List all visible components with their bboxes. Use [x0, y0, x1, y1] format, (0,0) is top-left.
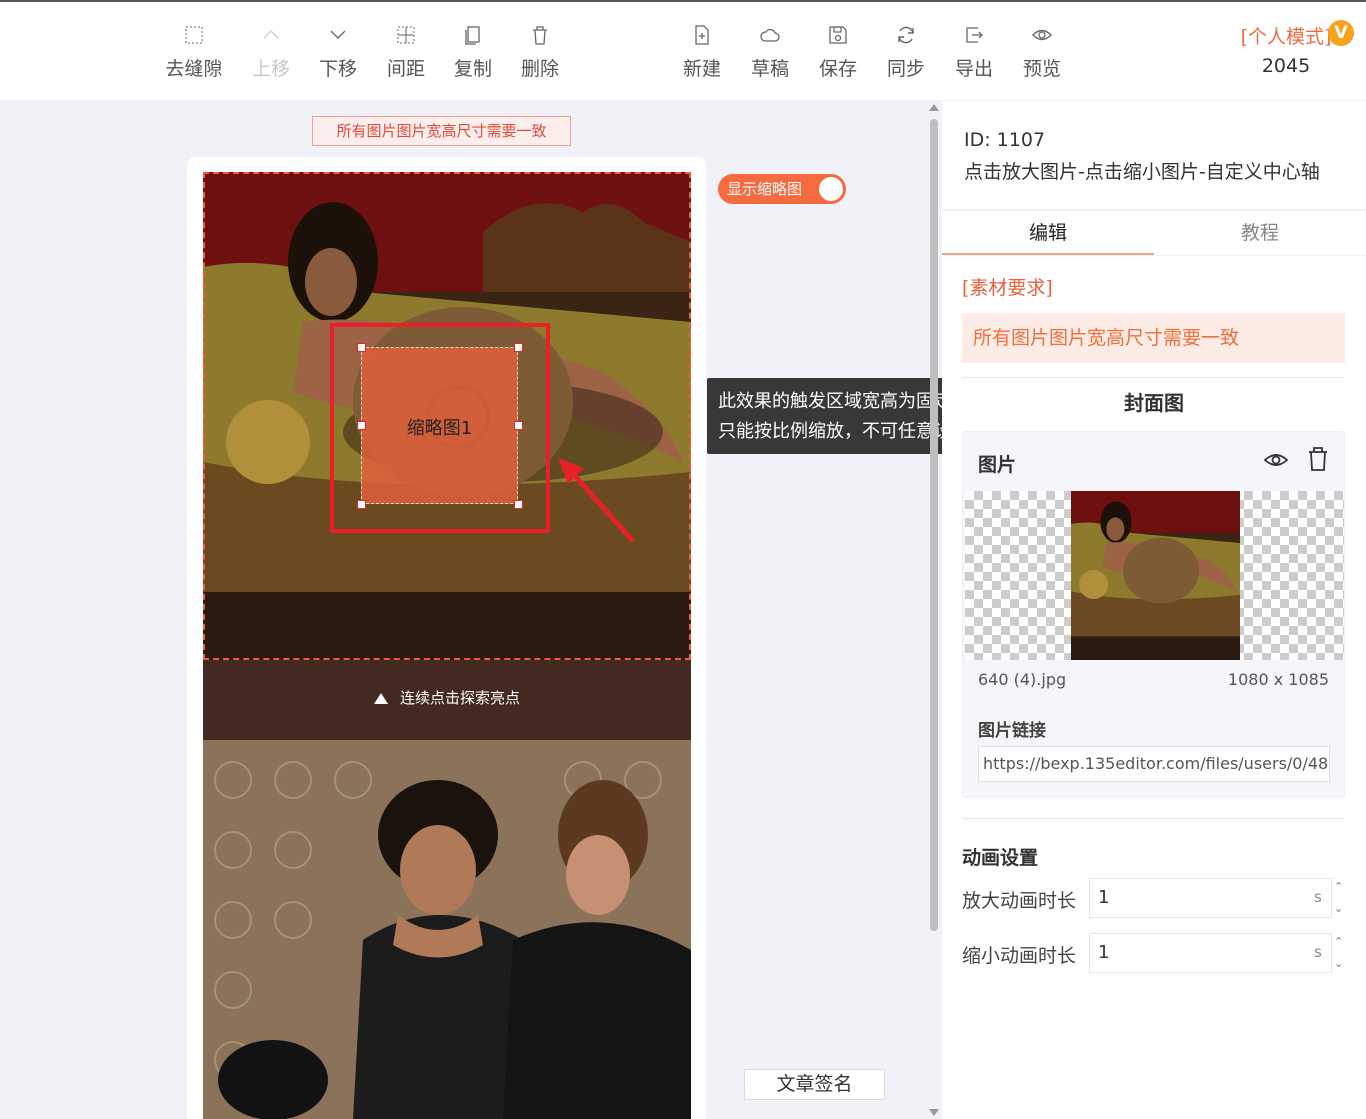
grid-icon	[185, 26, 203, 44]
zoom-in-duration-row: 放大动画时长 1 s ⌃ ⌄	[962, 878, 1345, 918]
trash-icon	[533, 26, 547, 45]
zoom-in-duration-label: 放大动画时长	[962, 890, 1077, 912]
scroll-down-icon[interactable]	[929, 1109, 939, 1116]
resize-handle[interactable]	[357, 500, 366, 509]
move-down-label: 下移	[318, 58, 357, 80]
divider	[962, 818, 1345, 819]
resize-handle[interactable]	[514, 500, 523, 509]
decrement-icon[interactable]: ⌄	[1334, 902, 1345, 916]
image-card: 图片 640 (4).jpg 1080 x 1085 图片链接 https://…	[962, 431, 1345, 798]
material-requirements-title: [素材要求]	[962, 277, 1053, 299]
resize-handle[interactable]	[514, 421, 523, 430]
tab-tutorial[interactable]: 教程	[1154, 213, 1366, 255]
thumbnail-photo-illustration	[1071, 491, 1240, 660]
mode-count: 2045	[1261, 55, 1311, 77]
copy-icon	[465, 26, 480, 45]
eye-icon	[1032, 29, 1052, 41]
delete-label: 删除	[520, 58, 559, 80]
sync-button[interactable]: 同步	[873, 24, 939, 81]
article-signature-button[interactable]: 文章签名	[744, 1069, 885, 1100]
spacing-icon	[397, 26, 415, 44]
top-toolbar: 去缝隙 上移 下移 间距 复制 删除 新建 草稿 保存 同步 导出 预览 [个人…	[0, 0, 1366, 100]
remove-gap-label: 去缝隙	[165, 58, 223, 80]
move-up-label: 上移	[251, 58, 290, 80]
second-photo-illustration	[203, 740, 691, 1119]
size-notice: 所有图片图片宽高尺寸需要一致	[312, 116, 571, 146]
save-icon	[829, 26, 847, 44]
move-up-button[interactable]: 上移	[238, 24, 304, 81]
triangle-up-icon	[373, 693, 388, 704]
template-id: ID: 1107	[964, 129, 1046, 151]
sync-icon	[898, 26, 914, 44]
preview-label: 预览	[1022, 58, 1061, 80]
image-dimensions: 1080 x 1085	[1227, 670, 1329, 689]
toggle-label: 显示缩略图	[727, 180, 803, 198]
preview-button[interactable]: 预览	[1009, 24, 1075, 81]
copy-button[interactable]: 复制	[440, 24, 506, 81]
cloud-icon	[760, 28, 780, 42]
spacing-button[interactable]: 间距	[373, 24, 439, 81]
spacing-label: 间距	[386, 58, 425, 80]
resize-handle[interactable]	[357, 343, 366, 352]
new-button[interactable]: 新建	[669, 24, 735, 81]
move-down-button[interactable]: 下移	[305, 24, 371, 81]
export-icon	[966, 27, 983, 43]
cover-section-title: 封面图	[1124, 391, 1184, 415]
unit-label: s	[1314, 888, 1322, 906]
chevron-up-icon	[263, 30, 279, 39]
scroll-thumb[interactable]	[930, 119, 938, 931]
draft-label: 草稿	[750, 58, 789, 80]
image-thumbnail[interactable]	[1071, 491, 1240, 660]
personal-mode[interactable]: [个人模式] V 2045	[1226, 20, 1354, 77]
thumbnail-trigger-area[interactable]: 缩略图1	[357, 343, 523, 509]
sync-label: 同步	[886, 58, 925, 80]
template-description: 点击放大图片-点击缩小图片-自定义中心轴	[964, 161, 1320, 183]
remove-gap-button[interactable]: 去缝隙	[161, 24, 227, 81]
resize-handle[interactable]	[357, 421, 366, 430]
increment-icon[interactable]: ⌃	[1334, 935, 1345, 949]
unit-label: s	[1314, 943, 1322, 961]
animation-settings-title: 动画设置	[962, 847, 1039, 869]
divider	[962, 377, 1345, 378]
zoom-in-duration-input[interactable]: 1	[1089, 878, 1332, 918]
delete-button[interactable]: 删除	[507, 24, 573, 81]
vip-badge-icon: V	[1328, 20, 1354, 46]
save-button[interactable]: 保存	[805, 24, 871, 81]
explore-band: 连续点击探索亮点	[203, 660, 691, 740]
export-button[interactable]: 导出	[941, 24, 1007, 81]
toggle-knob	[819, 177, 843, 201]
image-link-input[interactable]: https://bexp.135editor.com/files/users/0…	[978, 746, 1330, 782]
file-name: 640 (4).jpg	[978, 670, 1067, 689]
annotation-arrow-icon	[558, 458, 635, 543]
new-label: 新建	[682, 58, 721, 80]
second-image[interactable]	[203, 740, 691, 1119]
increment-icon[interactable]: ⌃	[1334, 880, 1345, 894]
scroll-up-icon[interactable]	[929, 104, 939, 111]
mode-label: [个人模式]	[1240, 26, 1332, 48]
zoom-out-duration-label: 缩小动画时长	[962, 945, 1077, 967]
thumbnail-label: 缩略图1	[406, 418, 473, 439]
zoom-out-duration-input[interactable]: 1	[1089, 933, 1332, 973]
export-label: 导出	[954, 58, 993, 80]
tab-edit[interactable]: 编辑	[942, 213, 1154, 255]
eye-icon[interactable]	[1263, 448, 1289, 472]
divider	[942, 255, 1366, 256]
image-card-title: 图片	[978, 454, 1017, 476]
material-requirements-text: 所有图片图片宽高尺寸需要一致	[962, 313, 1345, 363]
draft-button[interactable]: 草稿	[737, 24, 803, 81]
divider	[942, 209, 1366, 211]
new-file-icon	[695, 25, 709, 45]
save-label: 保存	[818, 58, 857, 80]
trash-icon[interactable]	[1307, 446, 1329, 472]
image-link-label: 图片链接	[978, 721, 1046, 741]
resize-handle[interactable]	[514, 343, 523, 352]
chevron-down-icon	[330, 30, 346, 39]
settings-panel: ID: 1107 点击放大图片-点击缩小图片-自定义中心轴 编辑 教程 [素材要…	[942, 101, 1366, 1119]
band-text: 连续点击探索亮点	[399, 689, 520, 707]
copy-label: 复制	[453, 58, 492, 80]
decrement-icon[interactable]: ⌄	[1334, 957, 1345, 971]
canvas-scrollbar[interactable]	[928, 101, 940, 1119]
zoom-out-duration-row: 缩小动画时长 1 s ⌃ ⌄	[962, 933, 1345, 973]
show-thumbnail-toggle[interactable]: 显示缩略图	[718, 174, 846, 204]
